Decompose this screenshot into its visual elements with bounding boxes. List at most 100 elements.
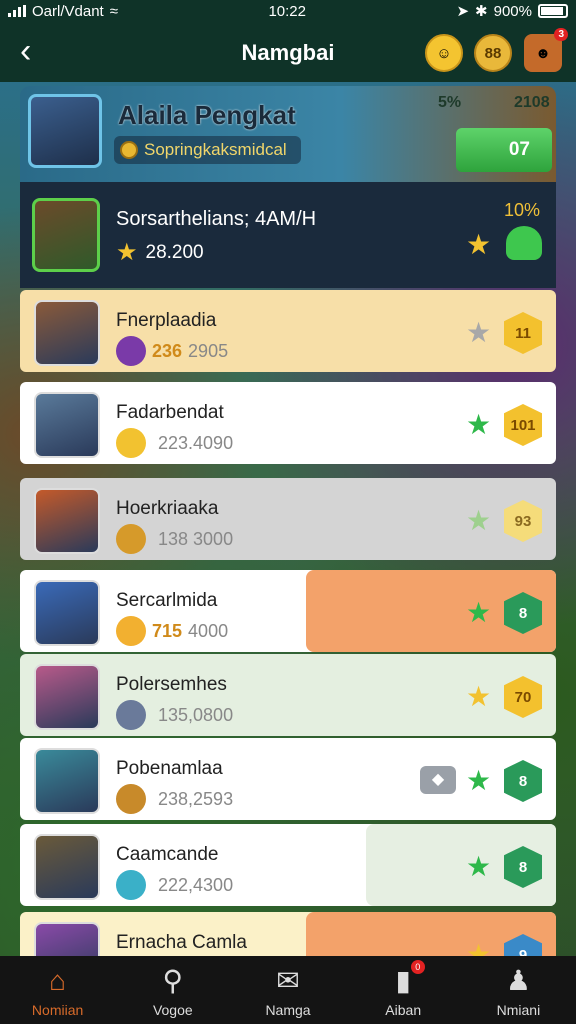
score-value: 2905: [188, 340, 229, 361]
gem-icon: [116, 870, 146, 900]
rank-badge: 70: [504, 676, 542, 718]
score-value: 222,4300: [158, 874, 234, 895]
player-name: Fadarbendat: [116, 402, 224, 423]
player-banner: Alaila Pengkat Sopringkaksmidcal 5% 2108…: [20, 86, 556, 182]
app-header: ‹ Namgbai ☺ 88 ☻ 3: [0, 22, 576, 82]
nav-label: Vogoe: [152, 1002, 193, 1018]
nav-label: Aiban: [385, 1002, 422, 1018]
gem-icon: [116, 784, 146, 814]
nav-item-mail[interactable]: ✉ Namga: [230, 956, 345, 1024]
player-avatar: [28, 94, 102, 168]
nav-item-user[interactable]: ♟ Nmiani: [461, 956, 576, 1024]
gem-icon: [116, 700, 146, 730]
nav-label: Nomiian: [31, 1002, 84, 1018]
player-name: Ernacha Camla: [116, 932, 247, 953]
carrier-name: Oarl/Vdant: [32, 2, 104, 20]
nav-label: Namga: [265, 1002, 311, 1018]
player-name: Caamcande: [116, 844, 219, 865]
player-name: Polersemhes: [116, 674, 227, 695]
list-item[interactable]: Sercarlmida 715 4000 ★ 8: [20, 570, 556, 652]
player-avatar: [34, 300, 100, 366]
user-icon: ♟: [505, 965, 531, 996]
player-avatar: [34, 392, 100, 458]
star-icon[interactable]: ★: [466, 680, 491, 713]
player-avatar: [34, 748, 100, 814]
score-highlight: 715: [152, 620, 183, 641]
gem-icon: [116, 524, 146, 554]
star-icon[interactable]: ★: [466, 850, 491, 883]
star-icon[interactable]: ★: [466, 504, 491, 537]
nav-badge: 0: [410, 960, 425, 974]
home-icon: ⌂: [49, 965, 67, 996]
score-value: 238,2593: [158, 788, 234, 809]
featured-entry[interactable]: Sorsarthelians; 4AM/H ★ 28.200 10% ★: [20, 182, 556, 288]
coin-icon: [120, 141, 138, 159]
player-name: Pobenamlaa: [116, 758, 223, 779]
star-icon[interactable]: ★: [466, 408, 491, 441]
emoji-icon: ☺: [436, 44, 452, 62]
coins-count: 88: [484, 44, 502, 62]
heart-icon[interactable]: [506, 226, 542, 260]
player-score: 138 3000: [116, 524, 233, 554]
score-value: 135,0800: [158, 704, 234, 725]
battery-icon: [538, 4, 568, 18]
profile-button[interactable]: ☻ 3: [524, 28, 568, 72]
star-icon[interactable]: ★: [466, 764, 491, 797]
status-time: 10:22: [268, 2, 306, 20]
player-score: 238,2593: [116, 784, 233, 814]
notification-badge: 3: [554, 28, 568, 41]
gem-icon: [116, 428, 146, 458]
star-icon: ★: [116, 239, 138, 266]
list-item[interactable]: Caamcande 222,4300 ★ 8: [20, 824, 556, 906]
battery-percent: 900%: [493, 2, 532, 20]
status-bar: Oarl/Vdant ≈ 10:22 ➤ ✱ 900%: [0, 0, 576, 22]
player-score: 135,0800: [116, 700, 233, 730]
player-subtitle-pill: Sopringkaksmidcal: [114, 136, 301, 164]
list-item[interactable]: Polersemhes 135,0800 ★ 70: [20, 654, 556, 736]
list-item[interactable]: Pobenamlaa 238,2593 ◆ ★ 8: [20, 738, 556, 820]
bottom-nav: ⌂ Nomiian ⚲ Vogoe ✉ Namga ▮ Aiban 0 ♟ Nmi…: [0, 956, 576, 1024]
player-name: Fnerplaadia: [116, 310, 217, 331]
player-name: Hoerkriaaka: [116, 498, 219, 519]
coins-button[interactable]: 88: [474, 34, 512, 72]
search-icon: ⚲: [162, 965, 184, 996]
featured-score-value: 28.200: [145, 241, 204, 263]
signal-icon: [8, 5, 26, 17]
nav-item-cards[interactable]: ▮ Aiban 0: [346, 956, 461, 1024]
player-score: 236 2905: [116, 336, 228, 366]
rank-badge: 11: [504, 312, 542, 354]
banner-action-button[interactable]: 07: [456, 128, 552, 172]
banner-stat-percent: 5%: [438, 94, 462, 111]
player-avatar: [34, 488, 100, 554]
list-item[interactable]: Fadarbendat 223.4090 ★ 101: [20, 382, 556, 464]
featured-percent: 10%: [503, 200, 540, 220]
gem-icon: [116, 616, 146, 646]
list-item[interactable]: Hoerkriaaka 138 3000 ★ 93: [20, 478, 556, 560]
nav-item-search[interactable]: ⚲ Vogoe: [115, 956, 230, 1024]
player-name: Alaila Pengkat: [118, 100, 296, 130]
score-value: 138 3000: [158, 528, 234, 549]
featured-title: Sorsarthelians; 4AM/H: [116, 208, 317, 230]
score-value: 4000: [188, 620, 229, 641]
rank-badge: 93: [504, 500, 542, 542]
nav-item-home[interactable]: ⌂ Nomiian: [0, 956, 115, 1024]
player-avatar: [34, 834, 100, 900]
rank-badge: 101: [504, 404, 542, 446]
banner-stat-count: 2108: [514, 94, 550, 111]
star-icon: ★: [466, 229, 492, 260]
mail-icon: ✉: [276, 965, 300, 996]
score-value: 223.4090: [158, 432, 234, 453]
tag-icon[interactable]: ◆: [420, 766, 456, 794]
emoji-button[interactable]: ☺: [425, 34, 463, 72]
player-score: 715 4000: [116, 616, 228, 646]
bluetooth-icon: ✱: [475, 3, 488, 20]
star-icon[interactable]: ★: [466, 316, 491, 349]
star-icon[interactable]: ★: [466, 596, 491, 629]
wifi-icon: ≈: [109, 2, 118, 20]
featured-score: ★ 28.200: [116, 238, 204, 267]
avatar-icon: ☻: [535, 44, 551, 62]
player-subtitle: Sopringkaksmidcal: [144, 140, 287, 159]
player-avatar: [34, 664, 100, 730]
player-score: 222,4300: [116, 870, 233, 900]
list-item[interactable]: Fnerplaadia 236 2905 ★ 11: [20, 290, 556, 372]
